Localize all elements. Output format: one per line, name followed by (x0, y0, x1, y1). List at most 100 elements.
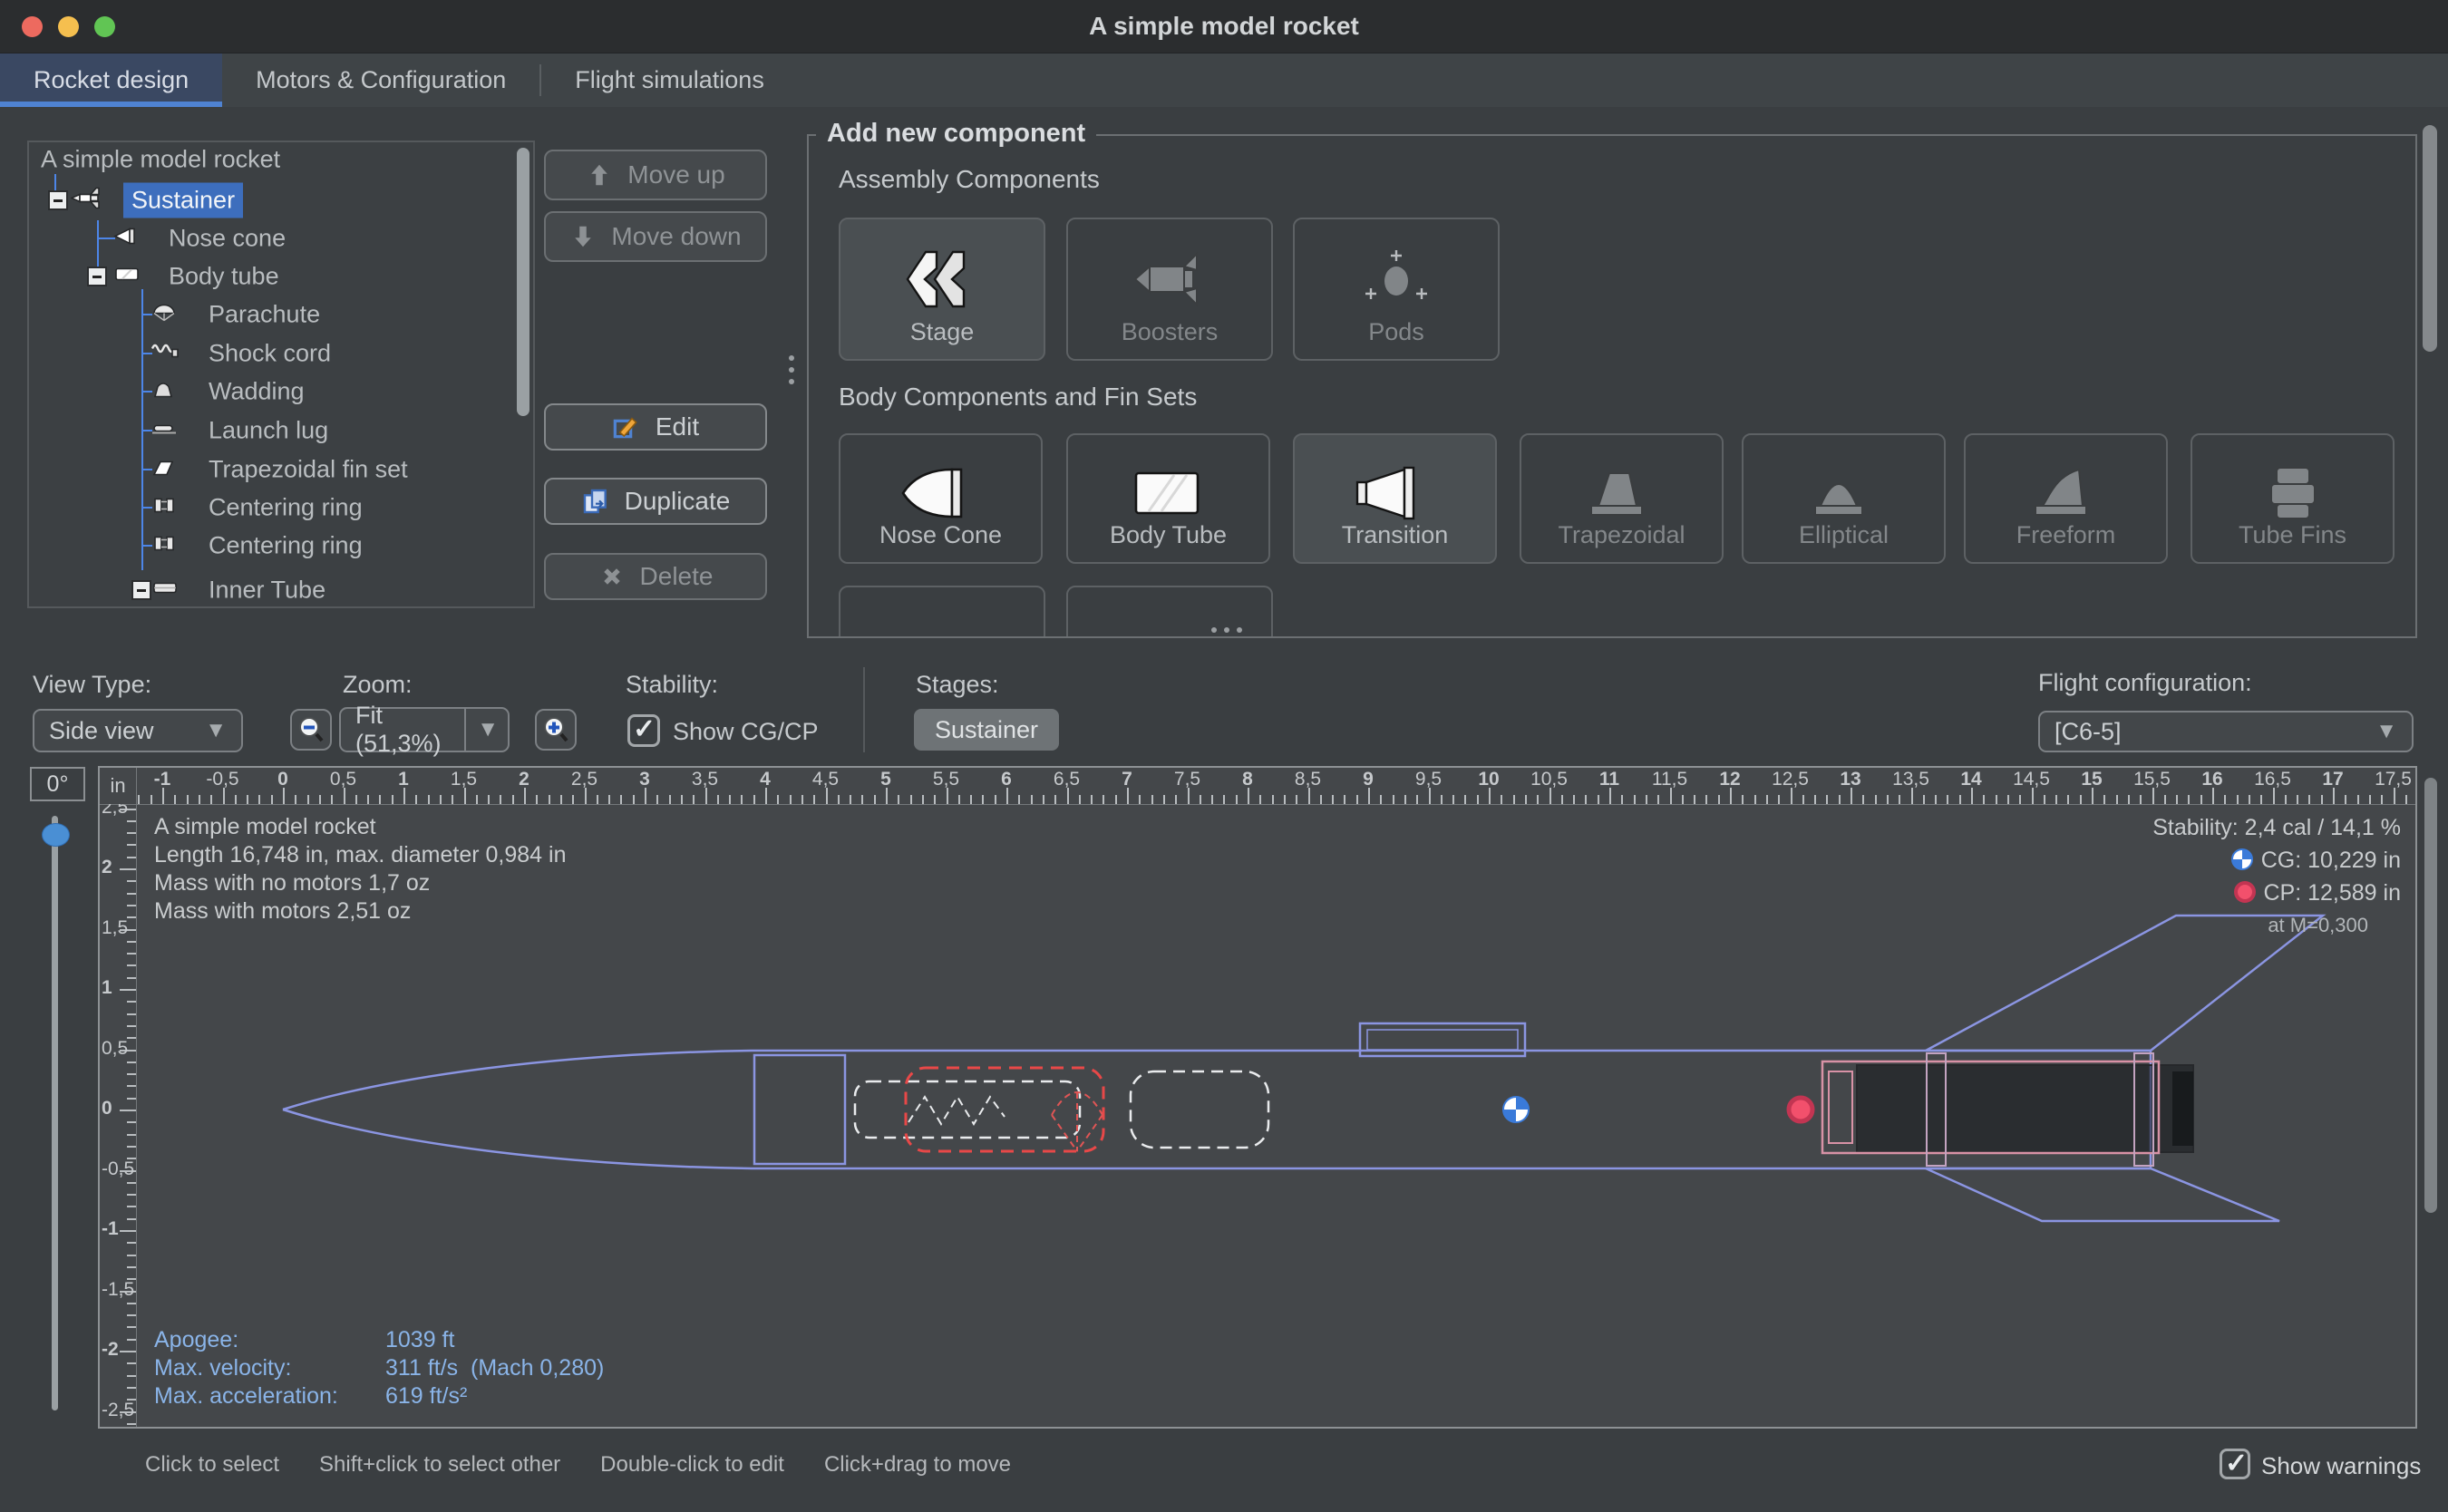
tree-item-parachute[interactable]: Parachute (29, 296, 533, 334)
tab-rocket-design[interactable]: Rocket design (0, 53, 222, 107)
tree-expander[interactable] (131, 580, 151, 600)
show-warnings-checkbox[interactable] (2220, 1449, 2250, 1479)
flight-config-select[interactable]: [C6-5] ▼ (2038, 711, 2414, 752)
ruler-tick (295, 795, 296, 804)
ruler-tick (307, 795, 309, 804)
stage-sustainer-toggle[interactable]: Sustainer (914, 709, 1059, 751)
add-pods-button[interactable]: Pods (1293, 218, 1500, 361)
rocket-drawing-area[interactable]: A simple model rocket Length 16,748 in, … (136, 804, 2415, 1427)
move-down-button[interactable]: Move down (544, 211, 767, 262)
tree-scrollbar[interactable] (517, 148, 529, 416)
card-label: Nose Cone (840, 521, 1041, 549)
show-cgcp-checkbox[interactable] (627, 714, 660, 747)
pods-icon (1351, 241, 1442, 322)
ruler-tick (2260, 795, 2262, 804)
ruler-tick (2285, 795, 2287, 804)
ruler-tick (440, 795, 442, 804)
ruler-tick (970, 795, 972, 804)
add-transition-button[interactable]: Transition (1293, 433, 1497, 564)
wadding-outline[interactable] (1131, 1071, 1268, 1148)
view-type-select[interactable]: Side view ▼ (33, 709, 243, 752)
tree-item-body-tube[interactable]: Body tube (29, 257, 533, 296)
tree-expander[interactable] (48, 190, 68, 210)
move-up-button[interactable]: Move up (544, 150, 767, 200)
add-nose-cone-button[interactable]: Nose Cone (839, 433, 1043, 564)
add-tube-fins-button[interactable]: Tube Fins (2191, 433, 2395, 564)
add-stage-button[interactable]: Stage (839, 218, 1045, 361)
ruler-tick (1694, 795, 1695, 804)
tree-item-label: Nose cone (169, 225, 286, 253)
ruler-tick (572, 795, 574, 804)
card-label: Transition (1295, 521, 1495, 549)
rocket-dimensions: Length 16,748 in, max. diameter 0,984 in (154, 841, 566, 869)
motor-nozzle (2172, 1071, 2193, 1146)
zoom-out-button[interactable] (290, 709, 332, 751)
horizontal-splitter-handle[interactable] (1211, 627, 1242, 633)
vertical-splitter-handle[interactable] (789, 355, 794, 384)
add-freeform-button[interactable]: Freeform (1964, 433, 2168, 564)
ruler-label: 15,5 (2133, 769, 2171, 790)
engine-block-outline[interactable] (1829, 1071, 1852, 1143)
rotation-slider-track[interactable] (52, 816, 58, 1410)
ruler-tick (1501, 795, 1502, 804)
ruler-label: 6,5 (1054, 769, 1080, 790)
add-elliptical-button[interactable]: Elliptical (1742, 433, 1946, 564)
ruler-tick (1332, 795, 1334, 804)
add-body-tube-button[interactable]: Body Tube (1066, 433, 1270, 564)
duplicate-button[interactable]: Duplicate (544, 478, 767, 525)
tree-item-wadding[interactable]: Wadding (29, 373, 533, 411)
ruler-tick (1754, 795, 1756, 804)
tree-item-launch-lug[interactable]: Launch lug (29, 412, 533, 450)
ruler-tick (120, 1351, 136, 1352)
motor[interactable] (1857, 1065, 2193, 1152)
ruler-tick (1344, 795, 1345, 804)
zoom-level-select[interactable]: Fit (51,3%) ▼ (339, 707, 510, 752)
ruler-tick (1887, 795, 1889, 804)
tree-item-inner-tube[interactable]: Inner Tube (29, 571, 533, 608)
ruler-tick (127, 1098, 136, 1100)
ruler-tick (127, 1146, 136, 1148)
rotation-slider-knob[interactable] (42, 823, 70, 847)
edit-button[interactable]: Edit (544, 403, 767, 451)
tree-item-sustainer[interactable]: Sustainer (29, 181, 533, 219)
tree-item-centering-ring[interactable]: Centering ring (29, 489, 533, 527)
clipped-component-card[interactable] (839, 586, 1045, 638)
tree-item-a-simple-model-rocket[interactable]: A simple model rocket (29, 141, 533, 179)
add-panel-scrollbar[interactable] (2423, 125, 2437, 352)
delete-button[interactable]: Delete (544, 553, 767, 600)
ruler-tick (127, 1266, 136, 1268)
ruler-tick (1513, 795, 1515, 804)
ruler-tick (861, 795, 863, 804)
ruler-tick (1236, 795, 1238, 804)
tree-item-shock-cord[interactable]: Shock cord (29, 334, 533, 373)
parachute-outline[interactable] (855, 1081, 1080, 1138)
close-window-button[interactable] (22, 16, 43, 37)
ruler-tick (608, 795, 610, 804)
tree-item-centering-ring-2[interactable]: Centering ring (29, 527, 533, 565)
ruler-tick (1139, 795, 1141, 804)
ruler-tick (2164, 795, 2166, 804)
ruler-tick (127, 893, 136, 895)
tab-flight-simulations[interactable]: Flight simulations (541, 53, 798, 107)
tree-item-nose-cone[interactable]: Nose cone (29, 219, 533, 257)
fin-bottom[interactable] (1926, 1168, 2279, 1221)
canvas-scrollbar[interactable] (2424, 778, 2437, 1213)
nose-cone-shoulder[interactable] (754, 1055, 845, 1164)
add-boosters-button[interactable]: Boosters (1066, 218, 1273, 361)
rocket-canvas[interactable]: in -1-0,500,511,522,533,544,555,566,577,… (98, 766, 2417, 1429)
zoom-in-button[interactable] (535, 709, 577, 751)
tree-item-trapezoidal-fin-set[interactable]: Trapezoidal fin set (29, 451, 533, 489)
ruler-tick (1200, 795, 1201, 804)
ruler-tick (488, 795, 490, 804)
tree-expander[interactable] (87, 267, 107, 286)
ruler-tick (729, 795, 731, 804)
minimize-window-button[interactable] (58, 16, 79, 37)
ruler-tick (2369, 795, 2371, 804)
ruler-tick (1875, 795, 1877, 804)
ruler-tick (1031, 795, 1033, 804)
ruler-tick (2357, 795, 2359, 804)
zoom-window-button[interactable] (94, 16, 115, 37)
tab-motors-configuration[interactable]: Motors & Configuration (222, 53, 539, 107)
add-trapezoidal-button[interactable]: Trapezoidal (1520, 433, 1724, 564)
ruler-label: 1 (398, 769, 409, 790)
